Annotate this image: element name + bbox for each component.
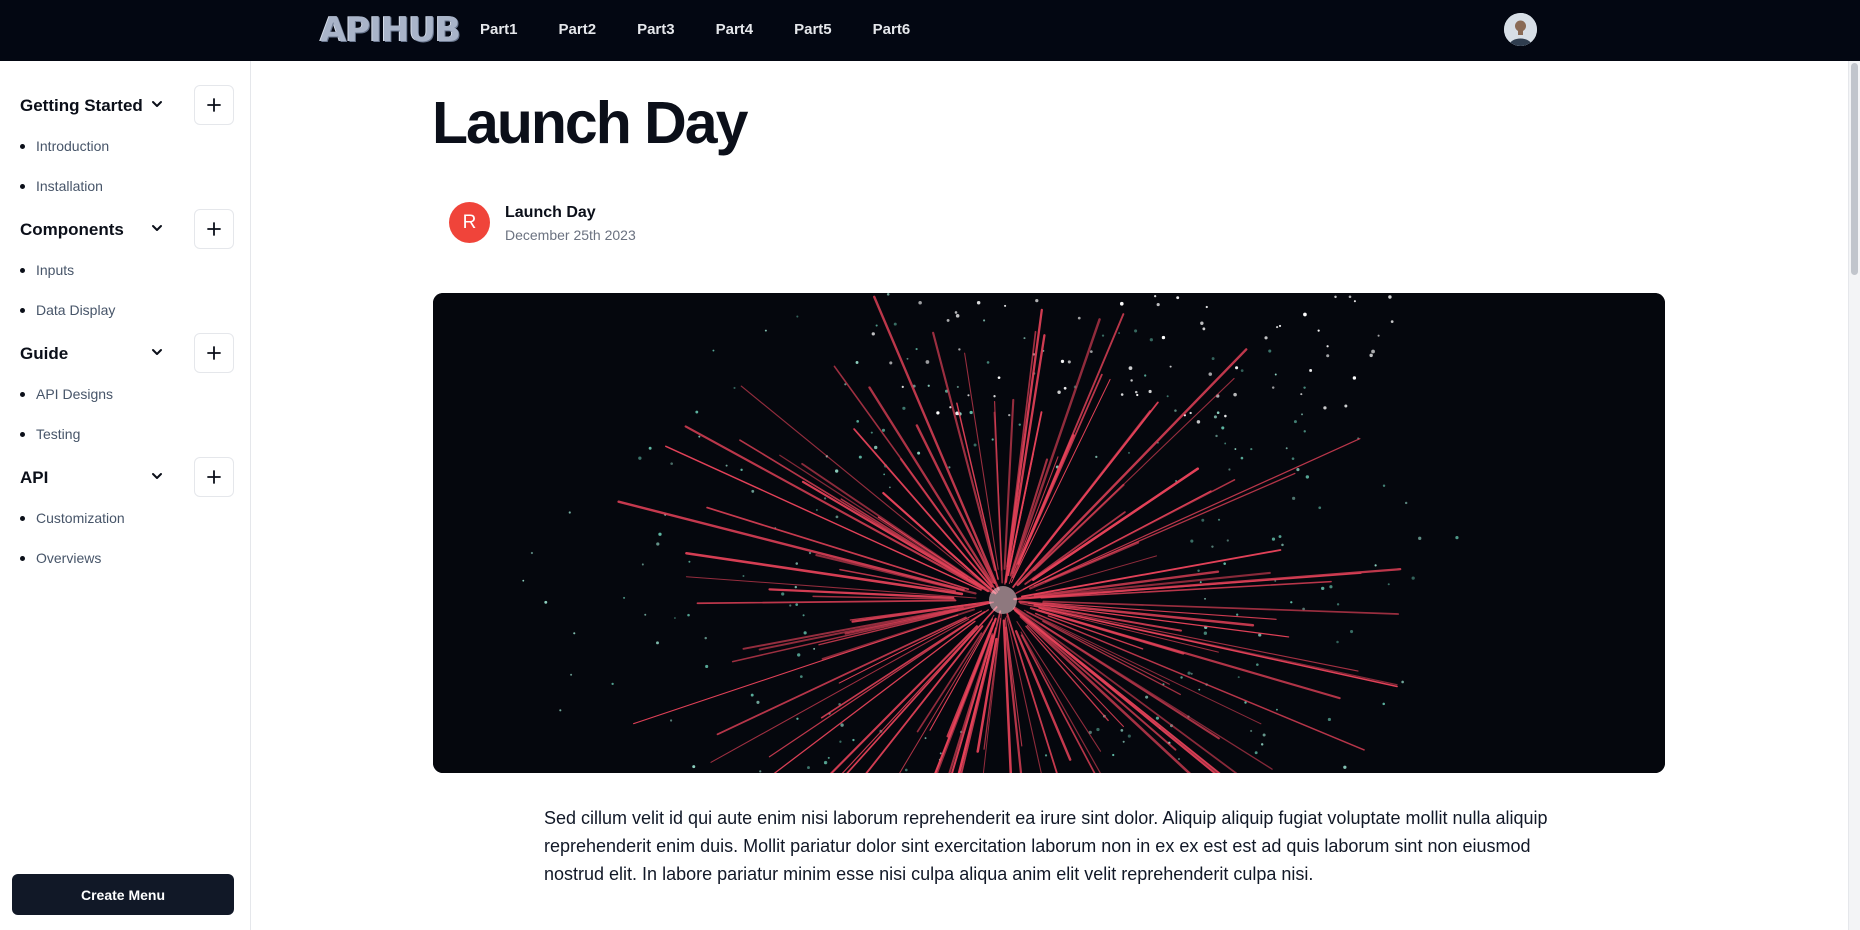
sidebar-group-components: Components <box>0 209 251 249</box>
hero-image <box>433 293 1665 773</box>
sidebar-item-label: Inputs <box>36 262 75 278</box>
nav-link-part4[interactable]: Part4 <box>716 21 754 38</box>
sidebar-item-customization[interactable]: Customization <box>20 508 125 528</box>
nav-link-part2[interactable]: Part2 <box>559 21 597 38</box>
main-content: Launch Day R Launch Day December 25th 20… <box>252 61 1848 930</box>
sidebar-item-testing[interactable]: Testing <box>20 424 80 444</box>
chevron-down-icon[interactable] <box>150 221 164 235</box>
author-avatar: R <box>449 202 490 243</box>
nav-link-part5[interactable]: Part5 <box>794 21 832 38</box>
user-avatar-icon <box>1504 13 1537 46</box>
sidebar-group-title[interactable]: Components <box>20 220 124 240</box>
user-avatar[interactable] <box>1504 13 1537 46</box>
sidebar-item-label: Customization <box>36 510 125 526</box>
sidebar: Getting Started Introduction Installatio… <box>0 61 251 930</box>
bullet <box>20 183 25 189</box>
sidebar-item-inputs[interactable]: Inputs <box>20 260 74 280</box>
post-date: December 25th 2023 <box>505 227 636 243</box>
sidebar-item-api-designs[interactable]: API Designs <box>20 384 113 404</box>
post-body: Sed cillum velit id qui aute enim nisi l… <box>544 808 1548 884</box>
nav-link-part1[interactable]: Part1 <box>480 21 518 38</box>
bullet <box>20 391 25 397</box>
nav-link-part3[interactable]: Part3 <box>637 21 675 38</box>
sidebar-group-title[interactable]: Getting Started <box>20 96 143 116</box>
sidebar-group-guide: Guide <box>0 333 251 373</box>
sidebar-group-title[interactable]: Guide <box>20 344 68 364</box>
plus-icon <box>207 470 221 484</box>
plus-icon <box>207 222 221 236</box>
sidebar-item-label: Testing <box>36 426 81 442</box>
sidebar-group-title[interactable]: API <box>20 468 48 488</box>
sidebar-item-installation[interactable]: Installation <box>20 176 103 196</box>
sidebar-item-label: Installation <box>36 178 103 194</box>
bullet <box>20 431 25 437</box>
plus-icon <box>207 346 221 360</box>
add-item-button[interactable] <box>194 333 234 373</box>
bullet <box>20 267 25 273</box>
chevron-down-icon[interactable] <box>150 97 164 111</box>
sidebar-group-getting-started: Getting Started <box>0 85 251 125</box>
add-item-button[interactable] <box>194 85 234 125</box>
create-menu-button[interactable]: Create Menu <box>12 874 234 915</box>
page-scrollbar[interactable] <box>1848 61 1860 930</box>
bullet <box>20 143 25 149</box>
nav-link-part6[interactable]: Part6 <box>873 21 911 38</box>
author-initial: R <box>462 211 477 233</box>
top-navbar: APIHUB Part1 Part2 Part3 Part4 Part5 Par… <box>0 0 1860 61</box>
apihub-logo[interactable]: APIHUB <box>320 10 461 50</box>
bullet <box>20 307 25 313</box>
sidebar-item-introduction[interactable]: Introduction <box>20 136 109 156</box>
bullet <box>20 515 25 521</box>
chevron-down-icon[interactable] <box>150 469 164 483</box>
bullet <box>20 555 25 561</box>
page-title: Launch Day <box>432 90 748 156</box>
scrollbar-thumb[interactable] <box>1851 63 1858 275</box>
firework-image <box>433 293 1665 773</box>
sidebar-item-label: Overviews <box>36 550 102 566</box>
sidebar-item-overviews[interactable]: Overviews <box>20 548 101 568</box>
sidebar-item-data-display[interactable]: Data Display <box>20 300 115 320</box>
sidebar-item-label: API Designs <box>36 386 114 402</box>
add-item-button[interactable] <box>194 457 234 497</box>
sidebar-group-api: API <box>0 457 251 497</box>
chevron-down-icon[interactable] <box>150 345 164 359</box>
author-name: Launch Day <box>505 204 596 221</box>
add-item-button[interactable] <box>194 209 234 249</box>
plus-icon <box>207 98 221 112</box>
top-nav: Part1 Part2 Part3 Part4 Part5 Part6 <box>480 0 951 58</box>
sidebar-item-label: Data Display <box>36 302 116 318</box>
sidebar-item-label: Introduction <box>36 138 110 154</box>
